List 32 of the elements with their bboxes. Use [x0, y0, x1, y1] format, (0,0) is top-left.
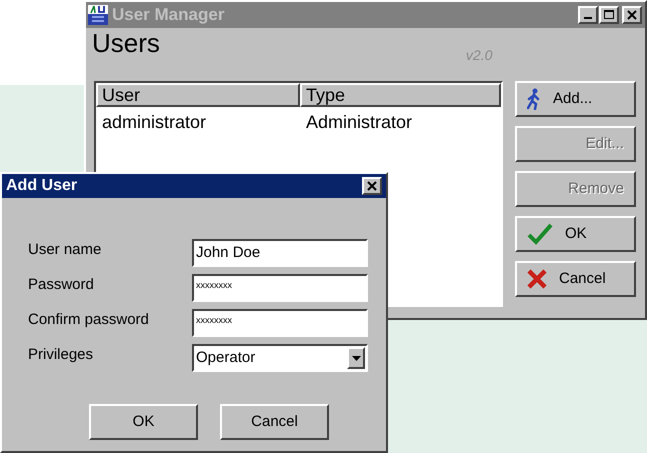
- field-label: Password: [28, 275, 95, 295]
- input-field[interactable]: John Doe: [192, 239, 368, 267]
- maximize-icon: [604, 10, 614, 20]
- action-button[interactable]: OK: [515, 216, 636, 252]
- input-field[interactable]: xxxxxxxx: [192, 309, 368, 337]
- window-title: User Manager: [112, 4, 226, 26]
- table-cell-text: Administrator: [305, 111, 414, 134]
- dialog-title: Add User: [6, 176, 78, 196]
- input-field[interactable]: xxxxxxxx: [192, 274, 368, 302]
- heading: Users: [92, 30, 160, 56]
- action-button[interactable]: Cancel: [515, 261, 636, 297]
- field-label: User name: [28, 240, 102, 260]
- field-label: Confirm password: [28, 310, 150, 330]
- maximize-button[interactable]: [599, 6, 619, 24]
- close-button[interactable]: [622, 6, 642, 24]
- dialog-button[interactable]: OK: [89, 404, 198, 440]
- action-button[interactable]: Add...: [515, 81, 636, 117]
- minimize-button[interactable]: [578, 6, 598, 24]
- table-cell-text: administrator: [101, 111, 208, 134]
- privileges-dropdown[interactable]: Operator: [192, 344, 368, 372]
- close-icon: [627, 10, 637, 20]
- app-logo-icon: [88, 5, 108, 25]
- field-label: Privileges: [28, 345, 94, 365]
- minimize-icon: [584, 17, 592, 19]
- column-header[interactable]: Type: [300, 83, 501, 107]
- column-header[interactable]: User: [96, 83, 300, 107]
- check-mark-icon: [527, 223, 553, 245]
- dialog-button[interactable]: Cancel: [220, 404, 329, 440]
- close-icon: [367, 181, 377, 191]
- close-button[interactable]: [362, 177, 382, 195]
- cross-mark-icon: [527, 269, 547, 289]
- walking-person-icon: [527, 88, 541, 110]
